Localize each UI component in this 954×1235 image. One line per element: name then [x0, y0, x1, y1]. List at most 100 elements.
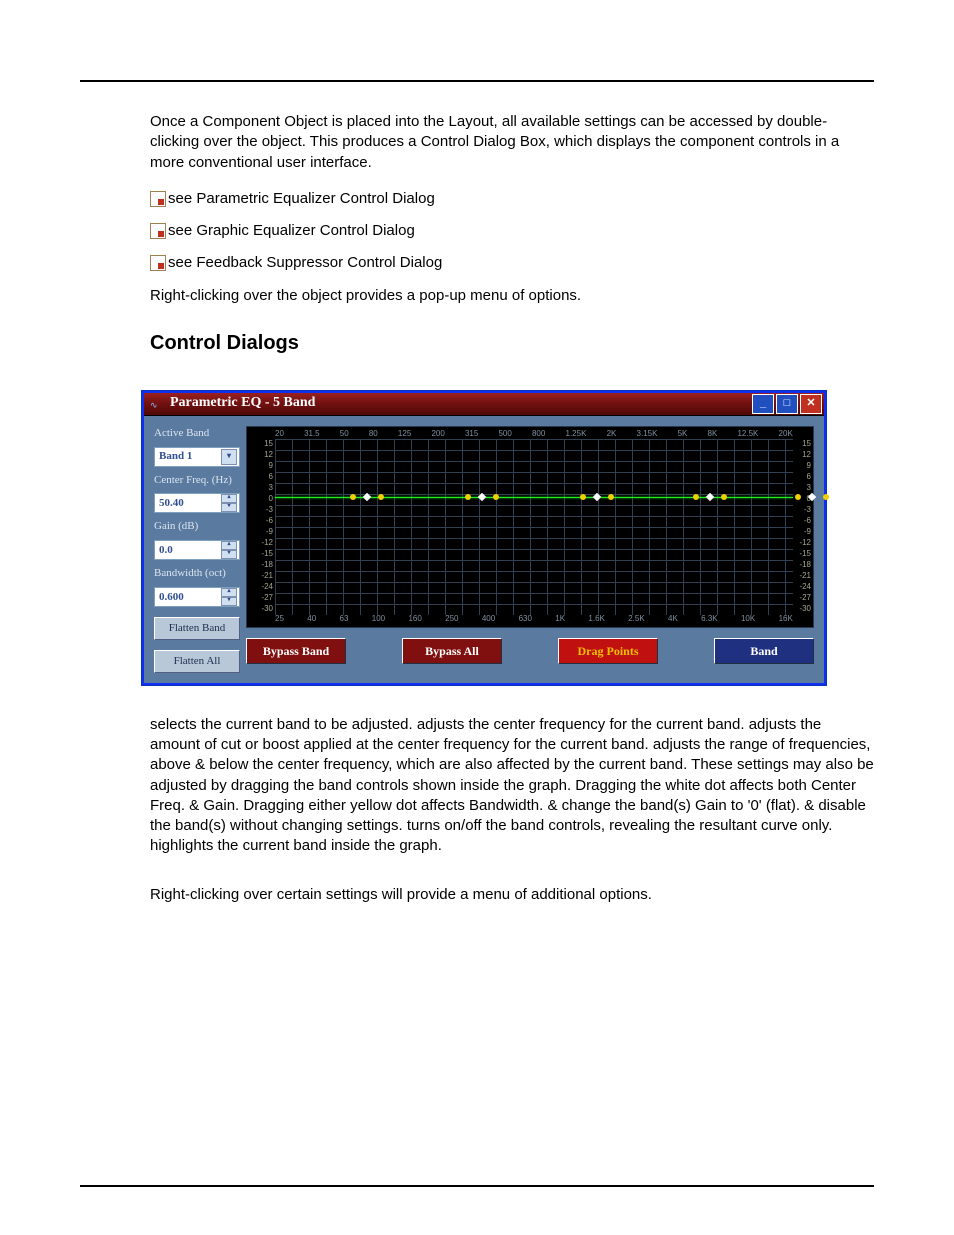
flatten-band-button[interactable]: Flatten Band: [154, 617, 240, 640]
gain-spinner[interactable]: 0.0 ▴▾: [154, 540, 240, 560]
db-tick: 3: [251, 483, 273, 494]
freq-tick: 630: [519, 614, 532, 625]
bandwidth-value: 0.600: [159, 590, 184, 605]
active-band-value: Band 1: [159, 449, 192, 464]
titlebar: ∿ Parametric EQ - 5 Band _ □ ✕: [144, 393, 824, 416]
center-handle-icon: [706, 493, 714, 501]
bandwidth-handle-icon: [823, 494, 829, 500]
close-button[interactable]: ✕: [800, 394, 822, 414]
center-handle-icon: [808, 493, 816, 501]
chevron-down-icon: ▾: [221, 449, 237, 465]
db-tick: -30: [251, 604, 273, 615]
active-band-label: Active Band: [154, 426, 240, 441]
bandwidth-handle-icon: [721, 494, 727, 500]
db-tick: 0: [251, 494, 273, 505]
freq-tick: 250: [445, 614, 458, 625]
active-band-dropdown[interactable]: Band 1 ▾: [154, 447, 240, 467]
band-handle[interactable]: [465, 494, 499, 500]
bandwidth-handle-icon: [378, 494, 384, 500]
band-handle[interactable]: [350, 494, 384, 500]
bypass-band-button[interactable]: Bypass Band: [246, 638, 346, 664]
top-rule: [80, 80, 874, 82]
minimize-button[interactable]: _: [752, 394, 774, 414]
link-feedback-text: see Feedback Suppressor Control Dialog: [168, 253, 442, 273]
gain-label: Gain (dB): [154, 519, 240, 534]
db-tick: -9: [251, 527, 273, 538]
bandwidth-handle-icon: [465, 494, 471, 500]
freq-tick: 400: [482, 614, 495, 625]
spin-down-icon: ▾: [221, 597, 237, 606]
window-title: Parametric EQ - 5 Band: [170, 394, 315, 413]
link-parametric[interactable]: see Parametric Equalizer Control Dialog: [150, 189, 874, 209]
link-graphic-text: see Graphic Equalizer Control Dialog: [168, 221, 415, 241]
spin-up-icon: ▴: [221, 588, 237, 597]
doc-icon: [150, 255, 166, 271]
center-freq-value: 50.40: [159, 496, 184, 511]
db-tick: -21: [251, 571, 273, 582]
graph-grid: [275, 439, 793, 615]
bandwidth-handle-icon: [608, 494, 614, 500]
db-tick: -6: [251, 516, 273, 527]
db-tick: 6: [251, 472, 273, 483]
spin-down-icon: ▾: [221, 503, 237, 512]
db-tick: 12: [251, 450, 273, 461]
db-tick: -3: [251, 505, 273, 516]
bandwidth-spinner[interactable]: 0.600 ▴▾: [154, 587, 240, 607]
db-tick: -27: [251, 593, 273, 604]
freq-tick: 10K: [741, 614, 755, 625]
db-tick: 9: [251, 461, 273, 472]
link-feedback[interactable]: see Feedback Suppressor Control Dialog: [150, 253, 874, 273]
closing-note: Right-clicking over certain settings wil…: [150, 885, 874, 905]
parametric-eq-dialog: ∿ Parametric EQ - 5 Band _ □ ✕ Active Ba…: [142, 391, 826, 685]
center-handle-icon: [478, 493, 486, 501]
freq-tick: 1K: [555, 614, 565, 625]
bypass-all-button[interactable]: Bypass All: [402, 638, 502, 664]
freq-tick: 40: [307, 614, 316, 625]
freq-tick: 160: [408, 614, 421, 625]
eq-graph[interactable]: 2031.550801252003155008001.25K2K3.15K5K8…: [246, 426, 814, 628]
db-tick: -18: [251, 560, 273, 571]
freq-labels-bottom: 2540631001602504006301K1.6K2.5K4K6.3K10K…: [275, 614, 793, 625]
spin-down-icon: ▾: [221, 550, 237, 559]
doc-icon: [150, 191, 166, 207]
center-handle-icon: [593, 493, 601, 501]
spin-up-icon: ▴: [221, 541, 237, 550]
bandwidth-handle-icon: [795, 494, 801, 500]
link-graphic[interactable]: see Graphic Equalizer Control Dialog: [150, 221, 874, 241]
db-tick: -24: [251, 582, 273, 593]
spin-up-icon: ▴: [221, 494, 237, 503]
freq-tick: 100: [372, 614, 385, 625]
band-handle[interactable]: [795, 494, 829, 500]
bandwidth-label: Bandwidth (oct): [154, 566, 240, 581]
rightclick-note: Right-clicking over the object provides …: [150, 286, 874, 306]
db-tick: 15: [251, 439, 273, 450]
drag-points-button[interactable]: Drag Points: [558, 638, 658, 664]
freq-tick: 4K: [668, 614, 678, 625]
freq-tick: 63: [340, 614, 349, 625]
flatten-all-button[interactable]: Flatten All: [154, 650, 240, 673]
gain-value: 0.0: [159, 543, 173, 558]
center-freq-label: Center Freq. (Hz): [154, 473, 240, 488]
freq-tick: 6.3K: [701, 614, 717, 625]
band-button[interactable]: Band: [714, 638, 814, 664]
app-icon: ∿: [150, 399, 164, 409]
bandwidth-handle-icon: [693, 494, 699, 500]
freq-tick: 2.5K: [628, 614, 644, 625]
db-tick: -12: [251, 538, 273, 549]
maximize-button[interactable]: □: [776, 394, 798, 414]
band-handle[interactable]: [693, 494, 727, 500]
center-freq-spinner[interactable]: 50.40 ▴▾: [154, 493, 240, 513]
bottom-rule: [80, 1185, 874, 1187]
bandwidth-handle-icon: [350, 494, 356, 500]
intro-paragraph: Once a Component Object is placed into t…: [150, 112, 874, 173]
freq-tick: 16K: [779, 614, 793, 625]
bandwidth-handle-icon: [580, 494, 586, 500]
explanation-paragraph: selects the current band to be adjusted.…: [150, 715, 874, 857]
band-handle[interactable]: [580, 494, 614, 500]
button-row: Bypass Band Bypass All Drag Points Band: [246, 628, 814, 666]
db-labels-left: 15129630-3-6-9-12-15-18-21-24-27-30: [251, 439, 273, 615]
db-tick: -15: [251, 549, 273, 560]
center-handle-icon: [363, 493, 371, 501]
bandwidth-handle-icon: [493, 494, 499, 500]
freq-tick: 25: [275, 614, 284, 625]
